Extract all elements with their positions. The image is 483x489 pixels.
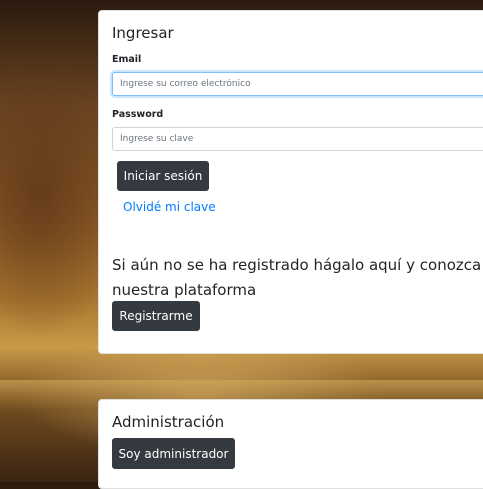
forgot-password-link[interactable]: Olvidé mi clave <box>123 200 216 214</box>
admin-title: Administración <box>112 413 225 431</box>
email-label: Email <box>112 54 142 65</box>
login-title: Ingresar <box>112 24 174 42</box>
password-label: Password <box>112 109 164 120</box>
login-card: Ingresar Email Password Iniciar sesión O… <box>98 10 483 354</box>
email-input[interactable] <box>112 72 483 96</box>
admin-button[interactable]: Soy administrador <box>112 438 235 469</box>
register-button[interactable]: Registrarme <box>112 301 200 331</box>
admin-card: Administración Soy administrador <box>98 399 483 489</box>
register-prompt-text: Si aún no se ha registrado hágalo aquí y… <box>112 256 482 299</box>
login-button[interactable]: Iniciar sesión <box>117 161 209 191</box>
password-input[interactable] <box>112 127 483 151</box>
